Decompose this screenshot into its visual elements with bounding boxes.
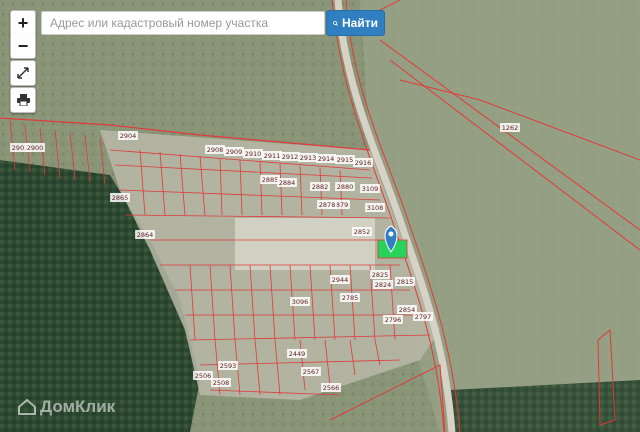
plot-number[interactable]: 2852 xyxy=(354,228,371,236)
plot-number[interactable]: 2878 xyxy=(319,201,336,209)
plot-number[interactable]: 2915 xyxy=(337,156,354,164)
plot-number[interactable]: 2916 xyxy=(355,159,372,167)
plot-number[interactable]: 2815 xyxy=(397,278,414,286)
plot-number[interactable]: 2904 xyxy=(120,132,137,140)
plot-number[interactable]: 2913 xyxy=(300,154,317,162)
plot-number[interactable]: 2797 xyxy=(415,313,432,321)
watermark-text: ДомКлик xyxy=(40,397,116,416)
plot-number[interactable]: 2900 xyxy=(27,144,44,152)
satellite-map[interactable]: 290429012900 2908 2909 2910 2911 2912 2913 2914… xyxy=(0,0,640,432)
plot-number[interactable]: 2566 xyxy=(323,384,340,392)
plot-number[interactable]: 3108 xyxy=(367,204,384,212)
plot-number[interactable]: 1262 xyxy=(502,124,519,132)
print-icon[interactable] xyxy=(10,87,36,113)
fullscreen-icon[interactable] xyxy=(10,60,36,86)
plot-number[interactable]: 2785 xyxy=(342,294,359,302)
plot-number[interactable]: 2880 xyxy=(337,183,354,191)
search-icon xyxy=(333,20,338,26)
plot-number[interactable]: 2944 xyxy=(332,276,349,284)
plot-number[interactable]: 3096 xyxy=(292,298,309,306)
plot-number[interactable]: 2912 xyxy=(282,153,299,161)
plot-number[interactable]: 2910 xyxy=(245,150,262,158)
plot-number[interactable]: 2884 xyxy=(279,179,296,187)
plot-number[interactable]: 2593 xyxy=(220,362,237,370)
plot-number[interactable]: 2882 xyxy=(312,183,329,191)
house-icon xyxy=(18,399,36,415)
plot-number[interactable]: 2824 xyxy=(375,281,392,289)
zoom-in-icon[interactable]: + xyxy=(10,10,36,36)
plot-number[interactable]: 2864 xyxy=(137,231,154,239)
plot-number[interactable]: 2865 xyxy=(112,194,129,202)
plot-number[interactable]: 2909 xyxy=(226,148,243,156)
plot-number[interactable]: 2508 xyxy=(213,379,230,387)
plot-number[interactable]: 2449 xyxy=(289,350,306,358)
plot-number[interactable]: 2914 xyxy=(318,155,335,163)
watermark-logo: ДомКлик xyxy=(18,397,115,417)
plot-number[interactable]: 2854 xyxy=(399,306,416,314)
search-button[interactable]: Найти xyxy=(326,10,385,36)
zoom-out-icon[interactable]: − xyxy=(10,34,36,59)
plot-number[interactable]: 2506 xyxy=(195,372,212,380)
plot-number[interactable]: 2567 xyxy=(303,368,320,376)
plot-number[interactable]: 3109 xyxy=(362,185,379,193)
clearing xyxy=(235,218,375,270)
plot-number[interactable]: 2825 xyxy=(372,271,389,279)
plot-number[interactable]: 2885 xyxy=(262,176,279,184)
plot-number[interactable]: 2911 xyxy=(264,152,281,160)
search-input[interactable] xyxy=(41,11,325,35)
plot-number[interactable]: 2908 xyxy=(207,146,224,154)
plot-number[interactable]: 2796 xyxy=(385,316,402,324)
search-button-label: Найти xyxy=(342,16,378,30)
